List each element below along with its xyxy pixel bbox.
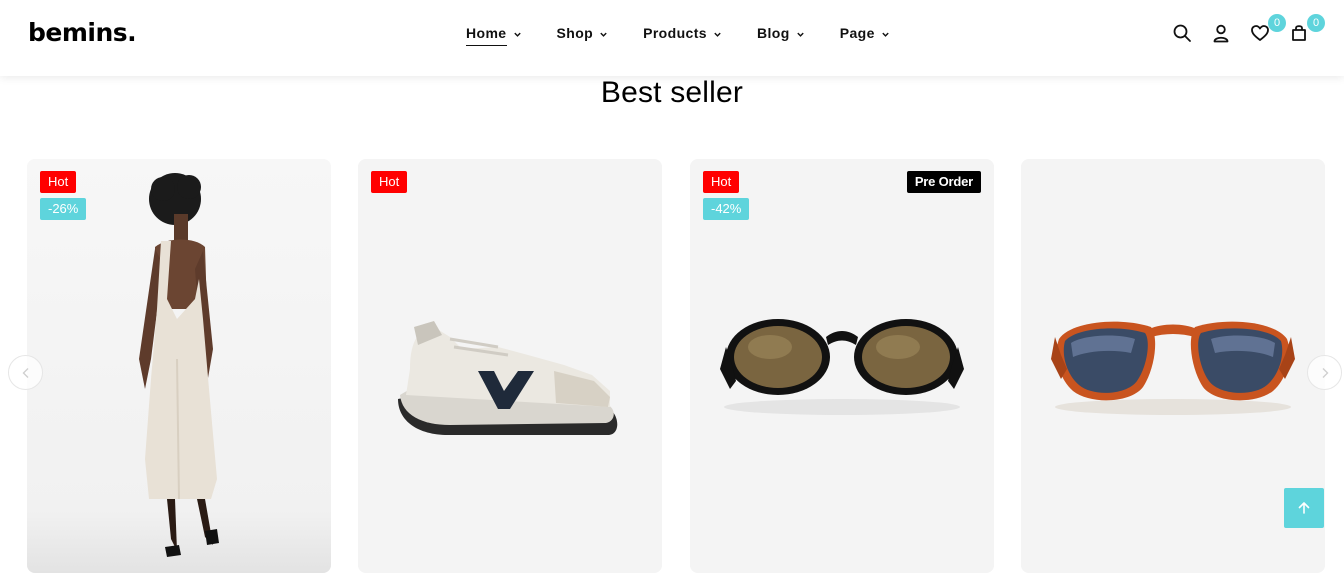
chevron-down-icon	[796, 32, 804, 37]
back-to-top-button[interactable]	[1284, 488, 1324, 528]
brand-logo[interactable]: bemins.	[28, 18, 137, 47]
discount-badge: -26%	[40, 198, 87, 220]
product-card[interactable]	[1021, 159, 1325, 573]
main-nav: Home Shop Products Blog Page	[466, 25, 925, 46]
bag-icon	[1292, 25, 1306, 41]
nav-item-products[interactable]: Products	[643, 25, 722, 43]
carousel-prev-button[interactable]	[8, 355, 43, 390]
chevron-down-icon	[600, 32, 607, 37]
hot-badge: Hot	[703, 171, 740, 193]
product-card[interactable]: Hot -42% Pre Order	[690, 159, 994, 573]
nav-item-shop[interactable]: Shop	[557, 25, 609, 43]
wishlist-button[interactable]: 0	[1248, 14, 1286, 44]
product-image	[358, 159, 662, 573]
cart-button[interactable]: 0	[1287, 14, 1325, 44]
product-card[interactable]: Hot	[358, 159, 662, 573]
product-image	[27, 159, 331, 573]
hot-badge: Hot	[371, 171, 408, 193]
discount-badge: -42%	[703, 198, 750, 220]
search-button[interactable]	[1170, 20, 1194, 44]
product-card[interactable]: Hot -26%	[27, 159, 331, 573]
nav-item-page[interactable]: Page	[840, 25, 890, 43]
user-icon	[1213, 24, 1229, 43]
header-actions: 0 0	[1170, 14, 1326, 44]
nav-label: Shop	[556, 25, 594, 41]
hot-badge: Hot	[40, 171, 77, 193]
chevron-down-icon	[513, 32, 521, 37]
section-title: Best seller	[600, 76, 744, 109]
nav-label: Home	[466, 25, 507, 46]
product-image	[690, 159, 994, 573]
nav-label: Page	[839, 25, 875, 41]
nav-item-home[interactable]: Home	[466, 25, 522, 46]
carousel-next-button[interactable]	[1307, 355, 1342, 390]
search-icon	[1173, 24, 1191, 42]
site-header: bemins. Home Shop Products Blog Page 0 0	[0, 0, 1344, 76]
arrow-up-icon	[1298, 502, 1310, 514]
chevron-down-icon	[882, 32, 889, 37]
product-image	[1021, 159, 1325, 573]
nav-label: Products	[643, 25, 707, 41]
chevron-left-icon	[22, 367, 28, 378]
nav-item-blog[interactable]: Blog	[757, 25, 805, 43]
pre-order-badge: Pre Order	[906, 171, 981, 193]
heart-icon	[1251, 25, 1269, 41]
cart-count-badge: 0	[1307, 14, 1325, 32]
wishlist-count-badge: 0	[1268, 14, 1286, 32]
chevron-right-icon	[1322, 367, 1328, 378]
nav-label: Blog	[756, 25, 790, 41]
chevron-down-icon	[714, 32, 721, 37]
account-button[interactable]	[1209, 20, 1233, 44]
